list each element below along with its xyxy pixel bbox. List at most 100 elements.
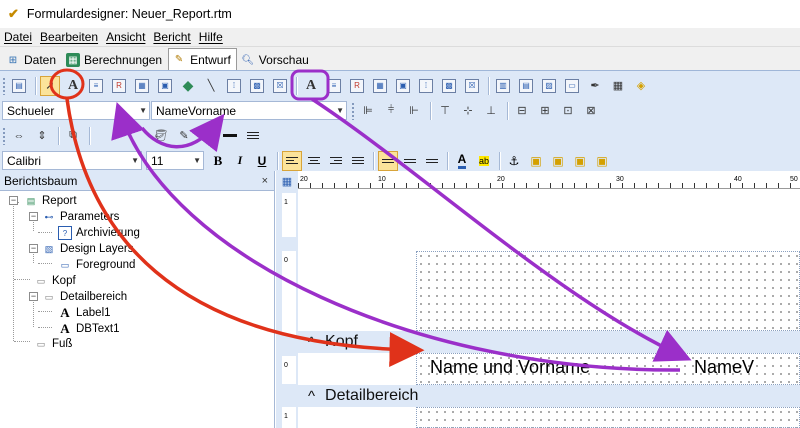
report-tree-icon[interactable]: ▤ [9,76,29,96]
ruler-corner-icon[interactable]: ▦ [276,171,298,191]
line-color-icon[interactable]: ✎ [174,126,194,146]
align-bottom-icon[interactable]: ⊥ [481,101,501,121]
dbtext1-component[interactable]: NameV [694,357,754,378]
page-break-tool-icon[interactable]: ▭ [562,76,582,96]
center-horiz-icon[interactable]: ⊡ [558,101,578,121]
subreport-tool-icon[interactable]: ▤ [516,76,536,96]
align-top-icon[interactable]: ⊤ [435,101,455,121]
chart-tool-icon[interactable]: ▨ [539,76,559,96]
tree-node-dbtext1[interactable]: A DBText1 [58,321,119,337]
design-canvas[interactable] [416,251,800,331]
design-workspace[interactable]: ▦ 20 10 20 30 40 50 1 0 0 1 ^ Kopf Name … [276,171,800,428]
checkbox-tool-icon[interactable]: ☒ [270,76,290,96]
menu-bericht[interactable]: Bericht [153,30,190,44]
tree-node-foreground[interactable]: ▭ Foreground [58,257,136,273]
tree-node-label1[interactable]: A Label1 [58,305,110,321]
send-backward-icon[interactable]: ▣ [592,151,612,171]
align-middle-icon[interactable]: ⊹ [458,101,478,121]
detail-canvas[interactable] [416,407,800,428]
tab-vorschau[interactable]: 🔍︎ Vorschau [237,50,315,70]
align-text-right-button[interactable] [326,151,346,171]
valign-middle-button[interactable] [400,151,420,171]
image-tool-icon[interactable]: ▣ [155,76,175,96]
size-combo[interactable]: 11 ▼ [146,151,204,170]
valign-top-button[interactable] [378,150,398,171]
align-text-left-button[interactable] [282,150,302,171]
label-tool-icon[interactable]: A [63,76,83,96]
dbrichtext-tool-icon[interactable]: R [347,76,367,96]
tab-berechnungen[interactable]: ▦ Berechnungen [62,50,168,70]
fill-color-icon[interactable]: 🪣︎ [151,126,171,146]
expand-detail[interactable]: − [29,292,38,301]
bring-forward-icon[interactable]: ▣ [570,151,590,171]
dbtext-tool-icon[interactable]: A [301,76,321,96]
space-vert-icon[interactable]: ⊞ [535,101,555,121]
line-thickness-icon[interactable] [220,126,240,146]
align-left-icon[interactable]: ⊫ [358,101,378,121]
teechart-tool-icon[interactable]: ◈ [631,76,651,96]
region-tool-icon[interactable]: ▥ [493,76,513,96]
bold-button[interactable]: B [208,151,228,171]
tree-node-fuss[interactable]: ▭ Fuß [34,336,73,352]
select-arrow-icon[interactable]: ➚ [40,75,60,96]
2d-barcode-tool-icon[interactable]: ▩ [247,76,267,96]
font-combo[interactable]: Calibri ▼ [2,151,142,170]
highlight-icon[interactable] [197,126,217,146]
pen-tool-icon[interactable]: ✒ [585,76,605,96]
collapse-kopf-icon[interactable]: ^ [308,334,315,351]
align-center-icon[interactable]: ⫩ [381,101,401,121]
barcode-tool-icon[interactable]: ⁞ [224,76,244,96]
close-icon[interactable]: × [262,175,268,187]
datasource-combo[interactable]: Schueler ▼ [2,101,150,120]
justify-text-button[interactable] [348,151,368,171]
label1-component[interactable]: Name und Vorname [430,357,590,378]
tab-entwurf[interactable]: ✎ Entwurf [168,48,237,70]
dbimage-tool-icon[interactable]: ▣ [393,76,413,96]
tree-node-parameters[interactable]: ⊷ Parameters [42,209,120,225]
memo-tool-icon[interactable]: ≡ [86,76,106,96]
line-tool-icon[interactable]: ╲ [201,76,221,96]
menu-datei[interactable]: Datei [4,30,32,44]
tree-node-design-layers[interactable]: ▧ Design Layers [42,241,134,257]
field-combo[interactable]: NameVorname ▼ [151,101,347,120]
space-horiz-icon[interactable]: ⊟ [512,101,532,121]
collapse-detail-icon[interactable]: ^ [308,388,315,405]
align-text-center-button[interactable] [304,151,324,171]
tree-node-detailbereich[interactable]: ▭ Detailbereich [42,289,127,305]
menu-hilfe[interactable]: Hilfe [199,30,223,44]
italic-button[interactable]: I [230,151,250,171]
band-detailbereich[interactable]: ^ Detailbereich [298,385,800,407]
menu-ansicht[interactable]: Ansicht [106,30,145,44]
grow-width-icon[interactable]: ⇔ [9,126,29,146]
bring-front-icon[interactable]: ⧉ [63,126,83,146]
send-to-back-icon[interactable]: ▣ [548,151,568,171]
calc-tool-icon[interactable]: ▦ [132,76,152,96]
dbbarcode-tool-icon[interactable]: ⁞ [416,76,436,96]
expand-parameters[interactable]: − [29,212,38,221]
expand-report[interactable]: − [9,196,18,205]
dbmemo-tool-icon[interactable]: ≡ [324,76,344,96]
menu-bearbeiten[interactable]: Bearbeiten [40,30,98,44]
anchor-icon[interactable]: ⚓︎ [504,151,524,171]
richtext-tool-icon[interactable]: R [109,76,129,96]
tree-node-archivierung[interactable]: ? Archivierung [58,225,140,241]
tab-daten[interactable]: ⊞ Daten [2,50,62,70]
tree-node-report[interactable]: ▤ Report [24,193,77,209]
dbcheckbox-tool-icon[interactable]: ☒ [462,76,482,96]
center-vert-icon[interactable]: ⊠ [581,101,601,121]
font-color-icon[interactable]: A [452,151,472,171]
valign-bottom-button[interactable] [422,151,442,171]
db2dbarcode-tool-icon[interactable]: ▩ [439,76,459,96]
toolbar-grip[interactable] [2,76,6,95]
align-right-icon[interactable]: ⊩ [404,101,424,121]
crosstab-tool-icon[interactable]: ▦ [608,76,628,96]
shape-tool-icon[interactable]: ◆ [178,76,198,96]
highlight-color-icon[interactable]: ab [474,151,494,171]
band-kopf[interactable]: ^ Kopf [298,331,800,353]
tree-node-kopf[interactable]: ▭ Kopf [34,273,76,289]
underline-button[interactable]: U [252,151,272,171]
line-style-icon[interactable] [243,126,263,146]
bring-to-front-icon[interactable]: ▣ [526,151,546,171]
grow-height-icon[interactable]: ⇕ [32,126,52,146]
dbcalc-tool-icon[interactable]: ▦ [370,76,390,96]
